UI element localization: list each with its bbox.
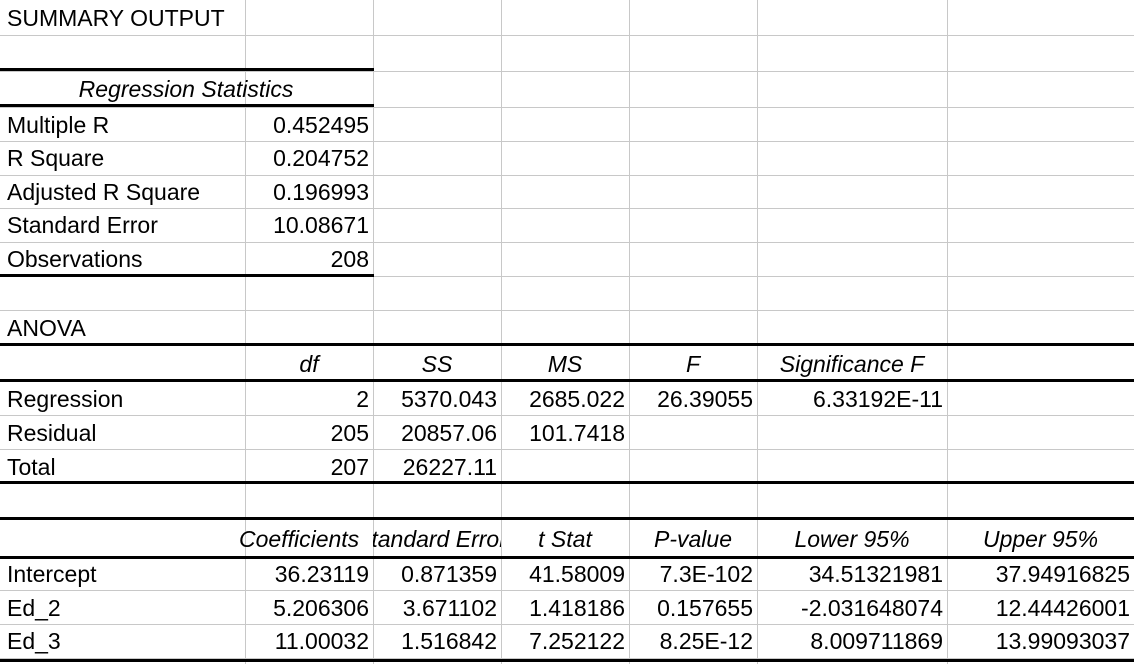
table-border — [0, 517, 1134, 520]
stat-label-standard-error[interactable]: Standard Error — [2, 208, 246, 242]
coef-ed-2-coefficient[interactable]: 5.206306 — [245, 591, 373, 625]
stat-value-adjusted-r-square[interactable]: 0.196993 — [245, 175, 373, 209]
anova-header-f[interactable]: F — [629, 347, 757, 381]
table-border — [0, 68, 374, 71]
anova-residual-df[interactable]: 205 — [245, 416, 373, 450]
coef-row-label-intercept[interactable]: Intercept — [2, 557, 246, 591]
stat-value-observations[interactable]: 208 — [245, 242, 373, 276]
coef-row-label-ed-2[interactable]: Ed_2 — [2, 591, 246, 625]
anova-header-significance-f[interactable]: Significance F — [757, 347, 947, 381]
anova-regression-significance-f[interactable]: 6.33192E-11 — [757, 382, 947, 416]
coef-ed-2-lower-95[interactable]: -2.031648074 — [757, 591, 947, 625]
coef-intercept-upper-95[interactable]: 37.94916825 — [947, 557, 1134, 591]
table-border — [0, 659, 1134, 662]
anova-residual-ss[interactable]: 20857.06 — [373, 416, 501, 450]
anova-total-ss[interactable]: 26227.11 — [373, 450, 501, 484]
anova-header-ss[interactable]: SS — [373, 347, 501, 381]
stat-value-standard-error[interactable]: 10.08671 — [245, 208, 373, 242]
coef-header-lower-95[interactable]: Lower 95% — [757, 522, 947, 556]
anova-regression-f[interactable]: 26.39055 — [629, 382, 757, 416]
regression-statistics-header[interactable]: Regression Statistics — [0, 72, 372, 106]
anova-row-label-total[interactable]: Total — [2, 450, 246, 484]
coef-ed-3-upper-95[interactable]: 13.99093037 — [947, 624, 1134, 658]
anova-header-ms[interactable]: MS — [501, 347, 629, 381]
coef-header-t-stat[interactable]: t Stat — [501, 522, 629, 556]
coef-intercept-t-stat[interactable]: 41.58009 — [501, 557, 629, 591]
coef-header-standard-error-text: Standard Error — [373, 526, 501, 552]
anova-regression-ss[interactable]: 5370.043 — [373, 382, 501, 416]
coef-ed-3-standard-error[interactable]: 1.516842 — [373, 624, 501, 658]
anova-row-label-residual[interactable]: Residual — [2, 416, 246, 450]
coef-ed-2-t-stat[interactable]: 1.418186 — [501, 591, 629, 625]
stat-label-adjusted-r-square[interactable]: Adjusted R Square — [2, 175, 246, 209]
row-gridline — [0, 35, 1134, 36]
coef-intercept-lower-95[interactable]: 34.51321981 — [757, 557, 947, 591]
coef-intercept-p-value[interactable]: 7.3E-102 — [629, 557, 757, 591]
stat-value-r-square[interactable]: 0.204752 — [245, 141, 373, 175]
coef-header-standard-error[interactable]: Standard Error — [373, 522, 501, 556]
coef-ed-3-p-value[interactable]: 8.25E-12 — [629, 624, 757, 658]
coef-ed-2-p-value[interactable]: 0.157655 — [629, 591, 757, 625]
anova-regression-df[interactable]: 2 — [245, 382, 373, 416]
coef-row-label-ed-3[interactable]: Ed_3 — [2, 624, 246, 658]
stat-value-multiple-r[interactable]: 0.452495 — [245, 108, 373, 142]
coef-ed-2-upper-95[interactable]: 12.44426001 — [947, 591, 1134, 625]
coef-ed-2-standard-error[interactable]: 3.671102 — [373, 591, 501, 625]
anova-total-df[interactable]: 207 — [245, 450, 373, 484]
stat-label-observations[interactable]: Observations — [2, 242, 246, 276]
coef-ed-3-lower-95[interactable]: 8.009711869 — [757, 624, 947, 658]
spreadsheet-grid: SUMMARY OUTPUT Regression Statistics Mul… — [0, 0, 1134, 664]
coef-ed-3-coefficient[interactable]: 11.00032 — [245, 624, 373, 658]
summary-title[interactable]: SUMMARY OUTPUT — [2, 1, 372, 35]
coef-intercept-standard-error[interactable]: 0.871359 — [373, 557, 501, 591]
coef-intercept-coefficient[interactable]: 36.23119 — [245, 557, 373, 591]
stat-label-multiple-r[interactable]: Multiple R — [2, 108, 246, 142]
anova-label[interactable]: ANOVA — [2, 311, 246, 345]
stat-label-r-square[interactable]: R Square — [2, 141, 246, 175]
coef-header-upper-95[interactable]: Upper 95% — [947, 522, 1134, 556]
coef-ed-3-t-stat[interactable]: 7.252122 — [501, 624, 629, 658]
anova-regression-ms[interactable]: 2685.022 — [501, 382, 629, 416]
coef-header-p-value[interactable]: P-value — [629, 522, 757, 556]
anova-residual-ms[interactable]: 101.7418 — [501, 416, 629, 450]
coef-header-coefficients[interactable]: Coefficients — [239, 522, 373, 556]
anova-header-df[interactable]: df — [245, 347, 373, 381]
anova-row-label-regression[interactable]: Regression — [2, 382, 246, 416]
